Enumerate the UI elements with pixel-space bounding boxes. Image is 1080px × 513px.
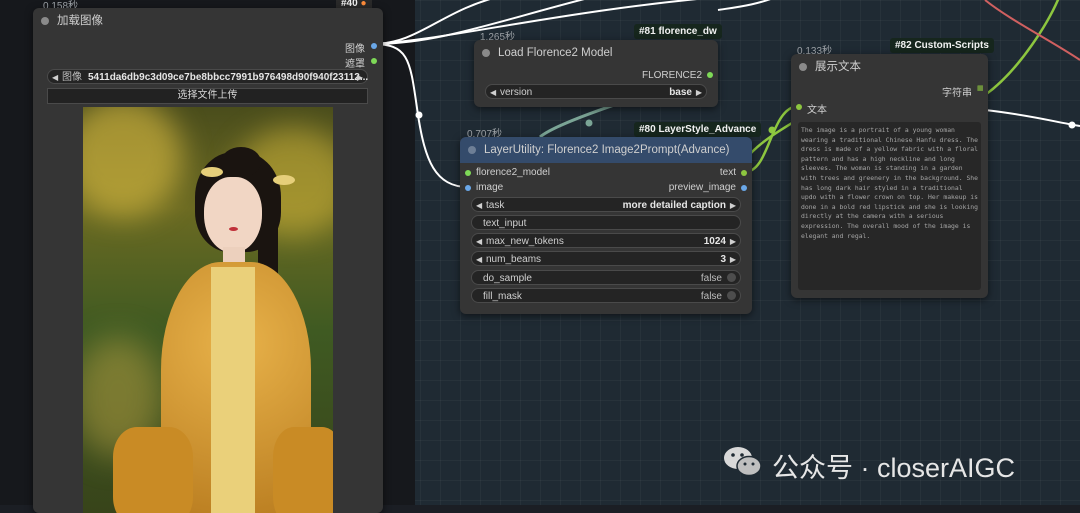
num-beams-value: 3 <box>720 254 726 265</box>
text-display-area[interactable]: The image is a portrait of a young woman… <box>798 122 981 290</box>
florence-loader-id-badge: #81 florence_dw <box>634 24 722 39</box>
decrement-arrow-icon[interactable]: ◀ <box>476 252 482 267</box>
text-output-label: text <box>719 167 736 178</box>
florence2-output-label: FLORENCE2 <box>641 70 702 81</box>
florence2-model-input-label: florence2_model <box>476 167 550 178</box>
florence-loader-node[interactable]: Load Florence2 Model FLORENCE2 ◀ version… <box>474 40 718 107</box>
florence-loader-title: Load Florence2 Model <box>498 47 613 59</box>
increment-arrow-icon[interactable]: ▶ <box>730 234 736 249</box>
task-combo[interactable]: ◀ task more detailed caption ▶ <box>471 197 741 212</box>
show-text-title-bar[interactable]: 展示文本 <box>791 54 988 80</box>
collapse-dot-icon[interactable] <box>482 49 490 57</box>
decrement-arrow-icon[interactable]: ◀ <box>476 234 482 249</box>
combo-left-arrow-icon[interactable]: ◀ <box>52 70 58 85</box>
image-filename: 5411da6db9c3d09ce7be8bbcc7991b976498d90f… <box>88 72 369 83</box>
image-widget-label: 图像 <box>62 72 82 83</box>
do-sample-label: do_sample <box>483 273 532 284</box>
load-image-node[interactable]: 加载图像 图像 遮罩 ◀ 图像 5411da6db9c3d09ce7be8bbc… <box>33 8 383 513</box>
collapse-dot-icon[interactable] <box>41 17 49 25</box>
florence2-output-port-icon[interactable] <box>707 72 713 78</box>
combo-right-arrow-icon[interactable]: ▶ <box>730 198 736 213</box>
wechat-icon <box>722 443 764 481</box>
fill-mask-value: false <box>700 291 722 302</box>
show-text-node[interactable]: 展示文本 字符串 ▦ 文本 The image is a portrait of… <box>791 54 988 298</box>
combo-right-arrow-icon[interactable]: ▶ <box>357 70 363 85</box>
combo-left-arrow-icon[interactable]: ◀ <box>476 198 482 213</box>
image2prompt-node[interactable]: LayerUtility: Florence2 Image2Prompt(Adv… <box>460 137 752 314</box>
florence-loader-title-bar[interactable]: Load Florence2 Model <box>474 40 718 66</box>
output-mask-label: 遮罩 <box>345 59 365 70</box>
image2prompt-title: LayerUtility: Florence2 Image2Prompt(Adv… <box>484 144 730 156</box>
max-new-tokens-label: max_new_tokens <box>486 236 564 247</box>
text-input-port-icon[interactable] <box>796 104 802 110</box>
grid-port-icon[interactable]: ▦ <box>977 85 984 92</box>
output-image-port-icon[interactable] <box>371 43 377 49</box>
version-combo[interactable]: ◀ version base ▶ <box>485 84 707 99</box>
toggle-knob-icon[interactable] <box>727 273 736 282</box>
string-output-label: 字符串 <box>942 88 972 99</box>
output-mask-port-icon[interactable] <box>371 58 377 64</box>
preview-image-output-port-icon[interactable] <box>741 185 747 191</box>
fill-mask-label: fill_mask <box>483 291 522 302</box>
upload-button[interactable]: 选择文件上传 <box>47 88 368 104</box>
image-input-label: image <box>476 182 504 193</box>
task-value: more detailed caption <box>622 200 726 211</box>
load-image-title-bar[interactable]: 加载图像 <box>33 8 383 34</box>
text-input-label: 文本 <box>807 105 827 116</box>
combo-left-arrow-icon[interactable]: ◀ <box>490 85 496 100</box>
collapse-dot-icon[interactable] <box>799 63 807 71</box>
text-input-field[interactable]: text_input <box>471 215 741 230</box>
image-file-combo[interactable]: ◀ 图像 5411da6db9c3d09ce7be8bbcc7991b97649… <box>47 69 368 84</box>
watermark-text: 公众号 · closerAIGC <box>772 453 1016 483</box>
increment-arrow-icon[interactable]: ▶ <box>730 252 736 267</box>
max-new-tokens-value: 1024 <box>703 236 726 247</box>
preview-image-output-label: preview_image <box>668 182 736 193</box>
load-image-title: 加载图像 <box>57 15 103 27</box>
do-sample-value: false <box>700 273 722 284</box>
image2prompt-title-bar[interactable]: LayerUtility: Florence2 Image2Prompt(Adv… <box>460 137 752 163</box>
show-text-id-badge: #82 Custom-Scripts <box>890 38 994 53</box>
toggle-knob-icon[interactable] <box>727 291 736 300</box>
fill-mask-toggle[interactable]: fill_mask false <box>471 288 741 303</box>
combo-right-arrow-icon[interactable]: ▶ <box>696 85 702 100</box>
max-new-tokens-stepper[interactable]: ◀ max_new_tokens 1024 ▶ <box>471 233 741 248</box>
output-image-label: 图像 <box>345 44 365 55</box>
version-label: version <box>500 87 533 98</box>
text-input-label: text_input <box>483 218 527 229</box>
preview-image <box>83 107 333 513</box>
num-beams-label: num_beams <box>486 254 542 265</box>
do-sample-toggle[interactable]: do_sample false <box>471 270 741 285</box>
num-beams-stepper[interactable]: ◀ num_beams 3 ▶ <box>471 251 741 266</box>
task-label: task <box>486 200 505 211</box>
show-text-title: 展示文本 <box>815 61 861 73</box>
image-input-port-icon[interactable] <box>465 185 471 191</box>
collapse-dot-icon[interactable] <box>468 146 476 154</box>
image2prompt-id-badge: #80 LayerStyle_Advance <box>634 122 762 137</box>
florence2-model-input-port-icon[interactable] <box>465 170 471 176</box>
version-value: base <box>669 87 692 98</box>
text-output-port-icon[interactable] <box>741 170 747 176</box>
